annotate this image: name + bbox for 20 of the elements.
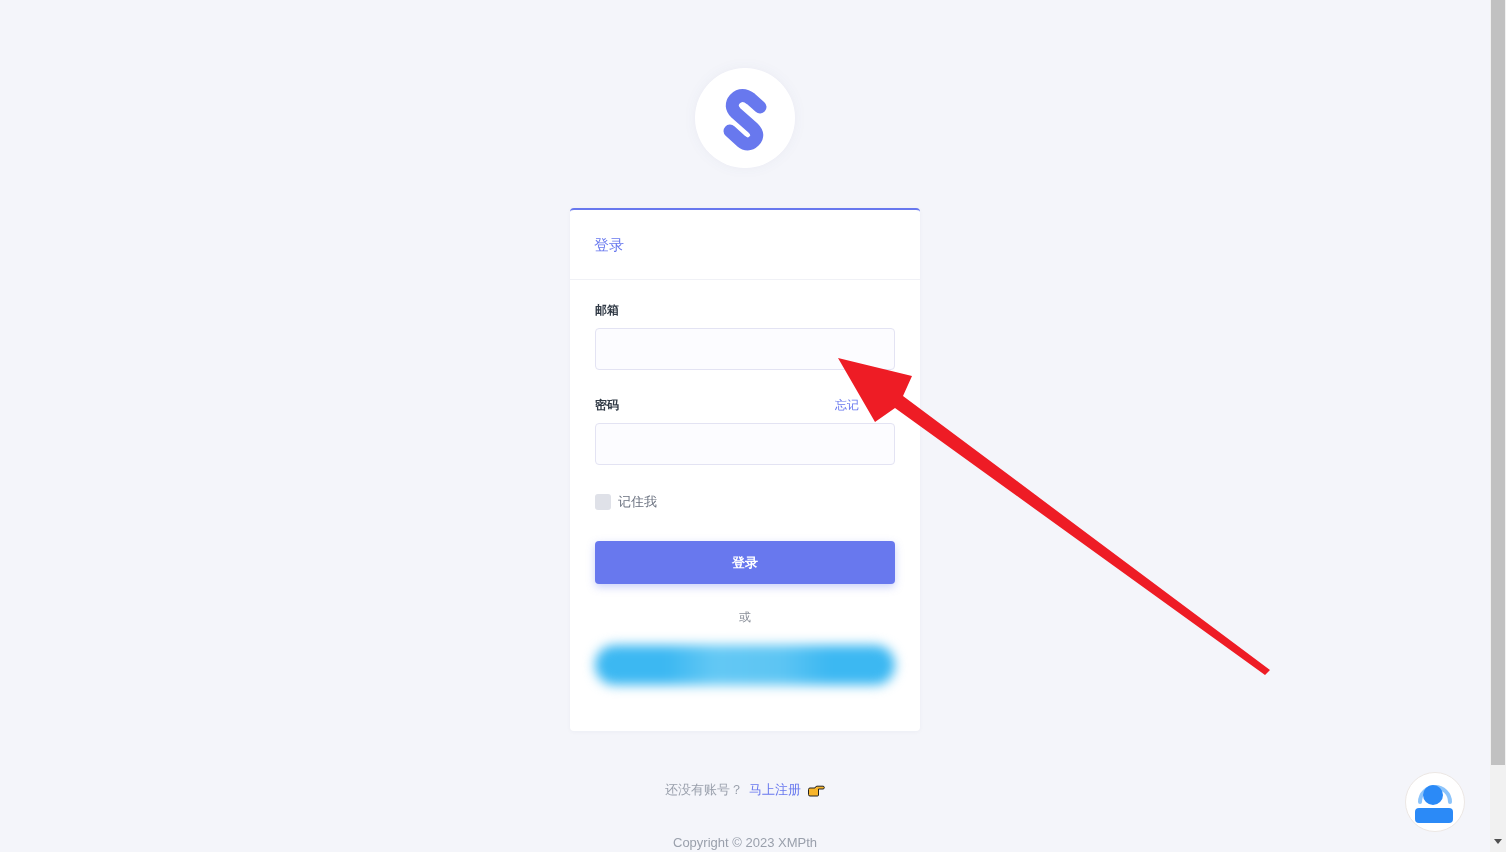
scrollbar-thumb[interactable] xyxy=(1491,0,1505,765)
pointing-hand-icon xyxy=(807,783,825,797)
scrollbar[interactable] xyxy=(1490,0,1506,852)
forgot-link[interactable]: 忘记 xyxy=(835,397,859,413)
copyright-text: Copyright © 2023 XMPth xyxy=(673,835,817,851)
input-field[interactable] xyxy=(595,328,895,370)
support-agent-icon[interactable] xyxy=(1405,772,1465,832)
field-label: 密码 xyxy=(595,397,619,413)
register-link[interactable]: 马上注册 xyxy=(749,781,801,799)
footer-prompt: 还没有账号？ xyxy=(665,781,743,799)
checkbox[interactable] xyxy=(595,494,611,510)
divider-text: 或 xyxy=(739,610,751,624)
card-title: 登录 xyxy=(594,235,625,255)
field-label: 邮箱 xyxy=(595,302,619,318)
checkbox-label: 记住我 xyxy=(618,494,657,510)
blurred-button[interactable] xyxy=(595,645,895,685)
login-button[interactable]: 登录 xyxy=(595,541,895,584)
logo-icon xyxy=(695,68,795,168)
scroll-down-icon[interactable] xyxy=(1494,839,1502,844)
input-field[interactable] xyxy=(595,423,895,465)
